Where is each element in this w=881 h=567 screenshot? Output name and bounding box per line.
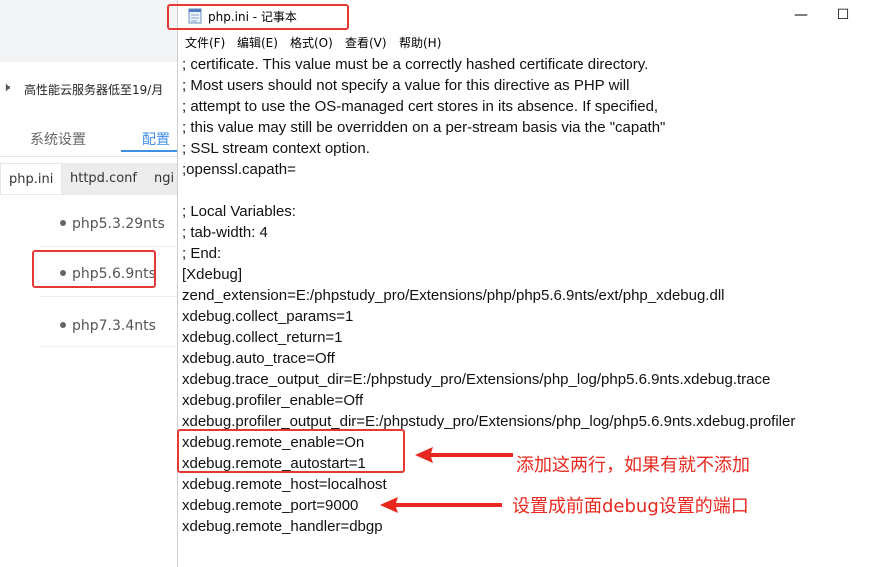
version-separator bbox=[40, 296, 180, 297]
menu-file[interactable]: 文件(F) bbox=[185, 34, 225, 51]
text-line: xdebug.profiler_enable=Off bbox=[182, 392, 364, 409]
version-item-php5329[interactable]: php5.3.29nts bbox=[60, 216, 165, 232]
active-tab-indicator bbox=[121, 150, 181, 152]
text-line: ;openssl.capath= bbox=[182, 161, 296, 178]
maximize-button[interactable]: ☐ bbox=[830, 4, 856, 26]
text-line: ; attempt to use the OS-managed cert sto… bbox=[182, 98, 659, 115]
text-line: xdebug.collect_params=1 bbox=[182, 308, 354, 325]
text-editor[interactable]: ; certificate. This value must be a corr… bbox=[182, 54, 881, 567]
bullet-icon bbox=[60, 322, 66, 328]
tab-config[interactable]: 配置 bbox=[142, 129, 170, 149]
text-line: ; End: bbox=[182, 245, 222, 262]
text-line: xdebug.remote_host=localhost bbox=[182, 476, 387, 493]
version-label: php7.3.4nts bbox=[72, 318, 156, 334]
text-line: ; tab-width: 4 bbox=[182, 224, 268, 241]
text-line: ; Most users should not specify a value … bbox=[182, 77, 630, 94]
text-line: ; SSL stream context option. bbox=[182, 140, 370, 157]
notepad-window: php.ini - 记事本 — ☐ 文件(F) 编辑(E) 格式(O) 查看(V… bbox=[177, 0, 881, 567]
text-line: ; certificate. This value must be a corr… bbox=[182, 56, 649, 73]
version-separator bbox=[40, 346, 180, 347]
text-line: xdebug.collect_return=1 bbox=[182, 329, 343, 346]
arrow-left-icon bbox=[380, 497, 502, 513]
highlight-box-version bbox=[32, 250, 156, 288]
menu-edit[interactable]: 编辑(E) bbox=[237, 34, 278, 51]
notice-bar[interactable]: 🕨 高性能云服务器低至19/月 bbox=[0, 76, 180, 102]
config-file-tabs: php.ini httpd.conf ngi bbox=[0, 163, 180, 194]
menu-format[interactable]: 格式(O) bbox=[290, 34, 333, 51]
menu-view[interactable]: 查看(V) bbox=[345, 34, 387, 51]
highlight-box-title bbox=[167, 4, 349, 30]
bullet-icon bbox=[60, 220, 66, 226]
phpstudy-header bbox=[0, 0, 180, 62]
tab-system-settings[interactable]: 系统设置 bbox=[30, 129, 86, 149]
file-tab-httpd-conf[interactable]: httpd.conf bbox=[62, 163, 146, 194]
text-line: xdebug.remote_port=9000 bbox=[182, 497, 359, 514]
text-line: xdebug.remote_handler=dbgp bbox=[182, 518, 383, 535]
text-line: [Xdebug] bbox=[182, 266, 243, 283]
speaker-icon: 🕨 bbox=[2, 80, 11, 95]
menu-help[interactable]: 帮助(H) bbox=[399, 34, 441, 51]
menu-bar: 文件(F) 编辑(E) 格式(O) 查看(V) 帮助(H) bbox=[178, 32, 881, 52]
version-label: php5.3.29nts bbox=[72, 216, 165, 232]
annotation-add-lines: 添加这两行，如果有就不添加 bbox=[516, 455, 750, 476]
file-tab-php-ini[interactable]: php.ini bbox=[0, 163, 62, 194]
version-item-php734[interactable]: php7.3.4nts bbox=[60, 318, 156, 334]
text-line: ; this value may still be overridden on … bbox=[182, 119, 666, 136]
file-tab-nginx[interactable]: ngi bbox=[146, 163, 180, 194]
highlight-box-remote-lines bbox=[177, 429, 405, 473]
annotation-set-port: 设置成前面debug设置的端口 bbox=[512, 496, 749, 517]
text-line: zend_extension=E:/phpstudy_pro/Extension… bbox=[182, 287, 725, 304]
notice-text: 高性能云服务器低至19/月 bbox=[24, 83, 164, 97]
minimize-button[interactable]: — bbox=[788, 4, 814, 26]
file-tabs-divider bbox=[0, 194, 180, 195]
text-line: xdebug.trace_output_dir=E:/phpstudy_pro/… bbox=[182, 371, 771, 388]
text-line: xdebug.auto_trace=Off bbox=[182, 350, 335, 367]
version-separator bbox=[40, 246, 180, 247]
text-line: ; Local Variables: bbox=[182, 203, 296, 220]
arrow-left-icon bbox=[415, 447, 513, 463]
